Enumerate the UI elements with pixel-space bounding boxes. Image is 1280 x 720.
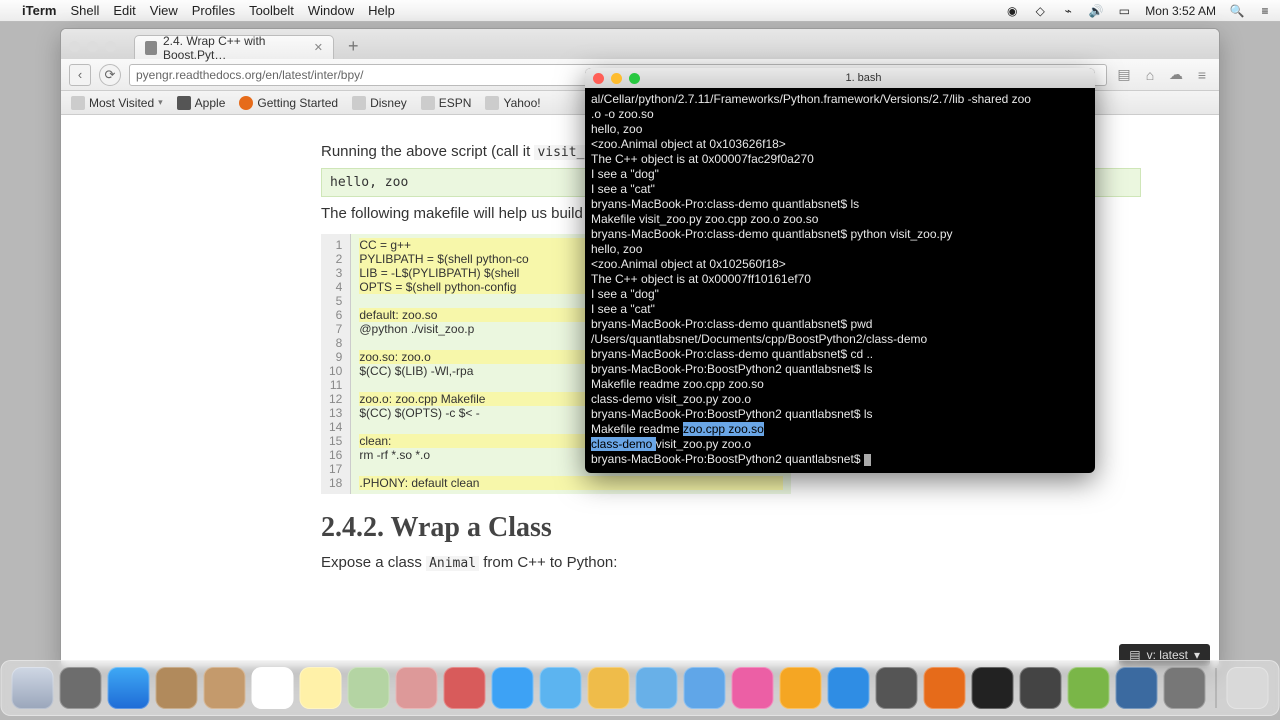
reload-button[interactable]: ⟳ (99, 64, 121, 86)
menu-window[interactable]: Window (308, 3, 354, 18)
macos-menubar: iTerm Shell Edit View Profiles Toolbelt … (0, 0, 1280, 22)
dock-settings[interactable] (876, 667, 918, 709)
term-close[interactable] (593, 73, 604, 84)
tab-title: 2.4. Wrap C++ with Boost.Pyt… (163, 34, 308, 62)
tab-strip: 2.4. Wrap C++ with Boost.Pyt… ✕ + (61, 29, 1219, 59)
dock-qt[interactable] (1068, 667, 1110, 709)
term-min[interactable] (611, 73, 622, 84)
dock-terminal[interactable] (972, 667, 1014, 709)
home-icon[interactable]: ⌂ (1141, 66, 1159, 84)
dock-pages[interactable] (444, 667, 486, 709)
traffic-zoom[interactable] (105, 41, 116, 52)
bookmark-yahoo[interactable]: Yahoo! (485, 96, 540, 110)
dock-quicktime[interactable] (1164, 667, 1206, 709)
dock-finder[interactable] (12, 667, 54, 709)
reader-icon[interactable]: ▤ (1115, 66, 1133, 84)
dock-launchpad[interactable] (60, 667, 102, 709)
notification-center-icon[interactable]: ≡ (1258, 4, 1272, 18)
menu-profiles[interactable]: Profiles (192, 3, 235, 18)
dock-keynote[interactable] (636, 667, 678, 709)
spotlight-icon[interactable]: 🔍 (1230, 4, 1244, 18)
dock-contacts[interactable] (156, 667, 198, 709)
dock-messages[interactable] (492, 667, 534, 709)
bookmark-getting-started[interactable]: Getting Started (239, 96, 338, 110)
dock-itunes[interactable] (732, 667, 774, 709)
dock (1, 660, 1280, 716)
dock-virtualbox[interactable] (1116, 667, 1158, 709)
traffic-close[interactable] (69, 41, 80, 52)
clock[interactable]: Mon 3:52 AM (1145, 4, 1216, 18)
dock-safari[interactable] (108, 667, 150, 709)
bookmark-espn[interactable]: ESPN (421, 96, 472, 110)
browser-tab[interactable]: 2.4. Wrap C++ with Boost.Pyt… ✕ (134, 35, 334, 59)
bookmark-most-visited[interactable]: Most Visited ▾ (71, 96, 163, 110)
terminal-body[interactable]: al/Cellar/python/2.7.11/Frameworks/Pytho… (585, 88, 1095, 471)
menu-edit[interactable]: Edit (113, 3, 135, 18)
bookmark-disney[interactable]: Disney (352, 96, 407, 110)
menu-toolbelt[interactable]: Toolbelt (249, 3, 294, 18)
terminal-titlebar: 1. bash (585, 68, 1095, 88)
battery-icon[interactable]: ▭ (1117, 4, 1131, 18)
record-icon[interactable]: ◉ (1005, 4, 1019, 18)
volume-icon[interactable]: 🔊 (1089, 4, 1103, 18)
new-tab-button[interactable]: + (340, 36, 367, 57)
section-heading: 2.4.2. Wrap a Class (321, 512, 1219, 544)
menu-shell[interactable]: Shell (70, 3, 99, 18)
dock-photos[interactable] (396, 667, 438, 709)
hamburger-icon[interactable]: ≡ (1193, 66, 1211, 84)
dock-separator (1216, 668, 1217, 708)
dock-ibooks[interactable] (780, 667, 822, 709)
dock-firefox[interactable] (924, 667, 966, 709)
tab-favicon (145, 41, 157, 55)
wifi-icon[interactable]: ⌁ (1061, 4, 1075, 18)
menu-view[interactable]: View (150, 3, 178, 18)
tab-close-icon[interactable]: ✕ (314, 41, 323, 54)
dropbox-icon[interactable]: ◇ (1033, 4, 1047, 18)
dock-notes[interactable] (204, 667, 246, 709)
dock-calendar[interactable] (252, 667, 294, 709)
dock-appcleaner[interactable] (684, 667, 726, 709)
paragraph-expose: Expose a class Animal from C++ to Python… (321, 554, 1219, 571)
menu-help[interactable]: Help (368, 3, 395, 18)
dock-sublime[interactable] (1020, 667, 1062, 709)
dock-reminders[interactable] (300, 667, 342, 709)
terminal-title: 1. bash (640, 72, 1087, 84)
line-numbers: 123456789101112131415161718 (321, 234, 351, 494)
iterm-window[interactable]: 1. bash al/Cellar/python/2.7.11/Framewor… (585, 68, 1095, 473)
dock-preview[interactable] (588, 667, 630, 709)
pocket-icon[interactable]: ☁ (1167, 66, 1185, 84)
dock-appstore[interactable] (828, 667, 870, 709)
traffic-min[interactable] (87, 41, 98, 52)
dock-trash[interactable] (1227, 667, 1269, 709)
bookmark-apple[interactable]: Apple (177, 96, 226, 110)
back-button[interactable]: ‹ (69, 64, 91, 86)
app-name[interactable]: iTerm (22, 3, 56, 18)
term-zoom[interactable] (629, 73, 640, 84)
url-text: pyengr.readthedocs.org/en/latest/inter/b… (136, 68, 363, 82)
dock-mail[interactable] (540, 667, 582, 709)
dock-numbers[interactable] (348, 667, 390, 709)
